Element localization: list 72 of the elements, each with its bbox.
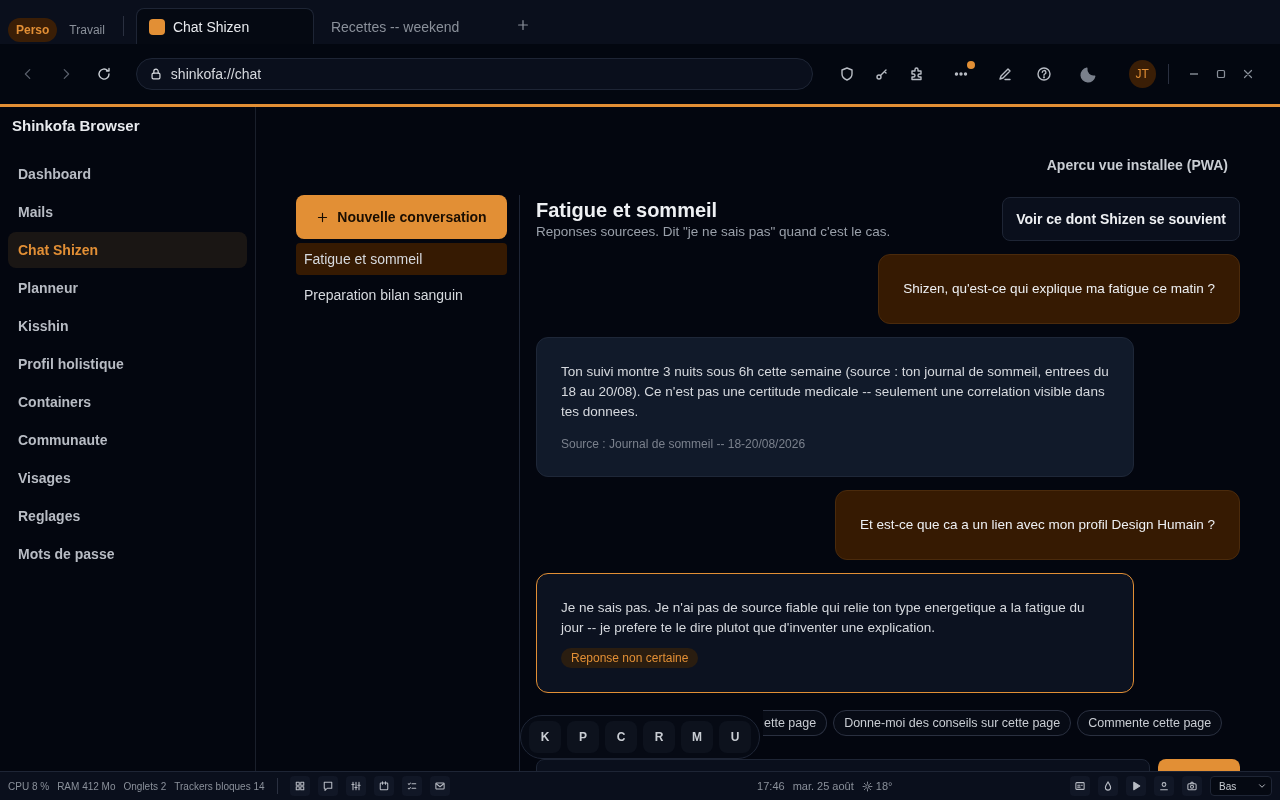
- suggestion-chip[interactable]: Donne-moi des conseils sur cette page: [833, 710, 1072, 736]
- help-icon: [1035, 66, 1052, 82]
- assistant-message: Je ne sais pas. Je n'ai pas de source fiable qui relie ton type energetique a la fatigue du jour -- je prefere te le dire plutot que d'inventer une explication.: [561, 599, 1086, 637]
- sidebar-item[interactable]: Visages: [8, 460, 247, 496]
- chat-title: Fatigue et sommeil: [536, 199, 719, 222]
- checklist-icon: [405, 780, 418, 792]
- dock-key[interactable]: C: [605, 721, 637, 753]
- status-stat: Trackers bloques 14: [174, 780, 265, 792]
- sidebar-item[interactable]: Mails: [8, 194, 247, 230]
- sidebar-item[interactable]: Profil holistique: [8, 346, 247, 382]
- tab-group[interactable]: Travail: [61, 18, 113, 42]
- sun-icon: [861, 780, 873, 792]
- calendar-icon: [377, 780, 390, 792]
- new-tab-icon: [515, 18, 530, 32]
- reload-icon: [96, 66, 113, 82]
- minimize-icon: [1189, 73, 1200, 75]
- sidebar-item[interactable]: Kisshin: [8, 308, 247, 344]
- status-stat: RAM 412 Mo: [57, 780, 116, 792]
- url-text: shinkofa://chat: [170, 66, 262, 82]
- dock-key[interactable]: P: [567, 721, 599, 753]
- drop-icon: [1102, 780, 1114, 792]
- dock-key[interactable]: U: [719, 721, 751, 753]
- clock-time: 17:46: [757, 780, 785, 792]
- date-text: mar. 25 août: [792, 780, 854, 792]
- dock-key[interactable]: M: [681, 721, 713, 753]
- dock-key[interactable]: R: [643, 721, 675, 753]
- assistant-message: Ton suivi montre 3 nuits sous 6h cette semaine (source : ton journal de sommeil, entrees du 18 au 20/08). Ce n'est pas une certitude medicale -- seulement une correlation visible dans tes donnees.: [561, 363, 1109, 421]
- plus-icon: [316, 210, 330, 224]
- suggestion-chip[interactable]: ette page: [763, 710, 828, 736]
- suggestion-chip[interactable]: Commente cette page: [1077, 710, 1223, 736]
- status-stat: CPU 8 %: [8, 780, 50, 792]
- user-message: Shizen, qu'est-ce qui explique ma fatigue ce matin ?: [878, 254, 1240, 324]
- lock-icon: [148, 67, 163, 81]
- pwa-preview-link[interactable]: Apercu vue installee (PWA): [1046, 157, 1228, 173]
- browser-tab[interactable]: Recettes -- weekend: [317, 8, 496, 44]
- sidebar-item[interactable]: Containers: [8, 384, 247, 420]
- new-conversation-button[interactable]: Nouvelle conversation: [296, 195, 507, 239]
- source-text: Source : Journal de sommeil -- 18-20/08/2026: [561, 436, 807, 453]
- card-icon: [1074, 780, 1086, 792]
- memory-button[interactable]: Voir ce dont Shizen se souvient: [1002, 197, 1240, 241]
- temperature-text: 18°: [875, 780, 893, 792]
- position-select[interactable]: Bas: [1210, 776, 1272, 796]
- sidebar-item[interactable]: Chat Shizen: [8, 232, 247, 268]
- mail-icon: [433, 780, 446, 792]
- dock-key[interactable]: K: [529, 721, 561, 753]
- app-title: Shinkofa Browser: [12, 117, 141, 134]
- sidebar-item[interactable]: Communaute: [8, 422, 247, 458]
- conversation-item[interactable]: Fatigue et sommeil: [296, 243, 507, 275]
- chat-icon: [321, 780, 334, 792]
- puzzle-icon: [908, 66, 925, 82]
- pen-icon: [996, 66, 1013, 82]
- chevron-icon: [1257, 781, 1267, 791]
- tab-group[interactable]: Perso: [8, 18, 58, 42]
- person-icon: [1158, 780, 1170, 792]
- sidebar-item[interactable]: Reglages: [8, 498, 247, 534]
- shield-icon: [838, 66, 855, 82]
- user-message: Et est-ce que ca a un lien avec mon profil Design Humain ?: [835, 490, 1240, 560]
- tab-favicon-icon: [148, 18, 165, 35]
- status-stat: Onglets 2: [123, 780, 167, 792]
- address-bar[interactable]: shinkofa://chat: [135, 58, 814, 90]
- sidebar-item[interactable]: Dashboard: [8, 156, 247, 192]
- sidebar-item[interactable]: Mots de passe: [8, 536, 247, 572]
- grid-icon: [293, 780, 306, 792]
- uncertain-badge: Reponse non certaine: [561, 648, 699, 668]
- browser-tab[interactable]: Chat Shizen: [135, 8, 314, 44]
- camera-icon: [1186, 780, 1198, 792]
- user-avatar[interactable]: JT: [1128, 60, 1156, 88]
- conversation-item[interactable]: Preparation bilan sanguin: [296, 279, 507, 311]
- chat-subtitle: Reponses sourcees. Dit "je ne sais pas" quand c'est le cas.: [536, 224, 891, 239]
- play-icon: [1130, 780, 1142, 792]
- sidebar-item[interactable]: Planneur: [8, 270, 247, 306]
- sliders-icon: [349, 780, 362, 792]
